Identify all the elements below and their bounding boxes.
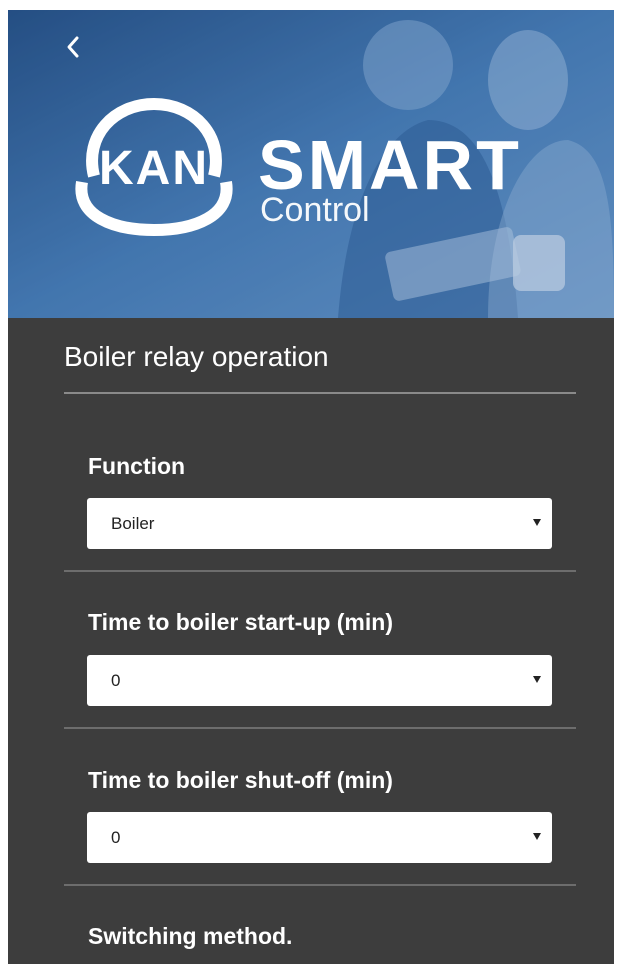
dropdown-arrow-icon: [533, 676, 541, 683]
section-divider: [64, 884, 576, 886]
startup-time-select-value: 0: [111, 671, 121, 690]
function-setting: Function Boiler: [64, 440, 576, 572]
startup-time-select[interactable]: 0: [87, 655, 552, 706]
startup-time-label: Time to boiler start-up (min): [88, 609, 393, 635]
page-title: Boiler relay operation: [64, 341, 329, 372]
header-banner: KAN SMART Control: [8, 10, 614, 318]
switching-method-label: Switching method.: [88, 923, 293, 949]
title-divider: [64, 392, 576, 394]
logo-lettering: KAN: [99, 142, 209, 195]
function-label: Function: [88, 453, 186, 479]
brand-subtitle: Control: [260, 191, 370, 229]
function-select-value: Boiler: [111, 514, 155, 533]
section-divider: [64, 570, 576, 572]
shutoff-time-select-value: 0: [111, 828, 121, 847]
startup-time-setting: Time to boiler start-up (min) 0: [64, 596, 576, 729]
shutoff-time-select[interactable]: 0: [87, 812, 552, 863]
dropdown-arrow-icon: [533, 519, 541, 526]
back-button[interactable]: [62, 32, 92, 66]
dropdown-arrow-icon: [533, 833, 541, 840]
shutoff-time-label: Time to boiler shut-off (min): [88, 767, 393, 793]
section-divider: [64, 727, 576, 729]
kan-logo: KAN: [75, 97, 233, 236]
app-screen: KAN SMART Control Boiler relay operation…: [8, 10, 614, 964]
brand-title: SMART: [258, 126, 522, 204]
shutoff-time-setting: Time to boiler shut-off (min) 0: [64, 754, 576, 886]
function-select[interactable]: Boiler: [87, 498, 552, 549]
switching-method-setting: Switching method.: [64, 910, 576, 964]
